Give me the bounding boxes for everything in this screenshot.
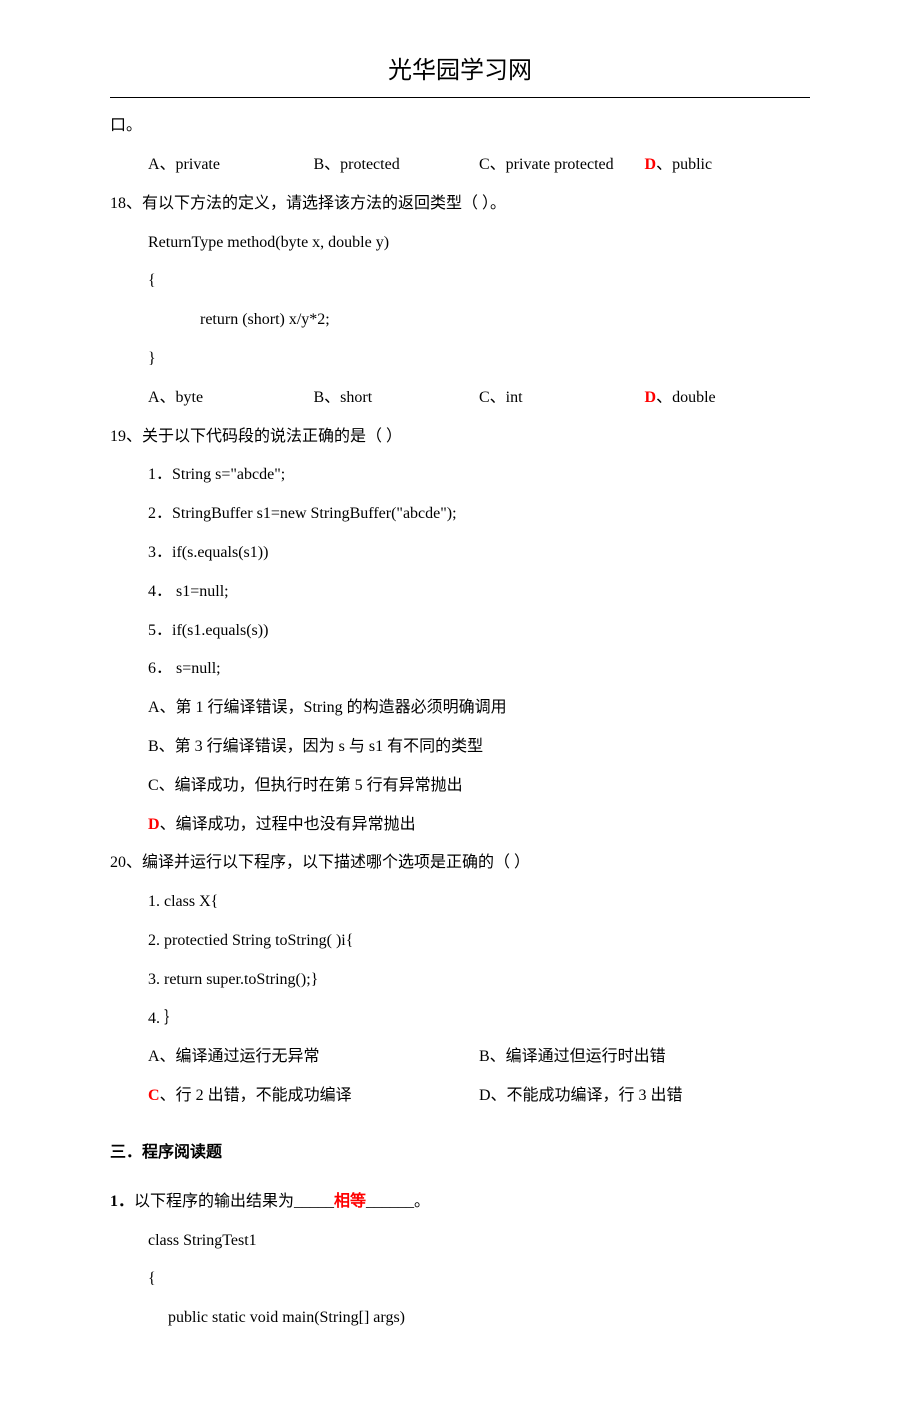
q17-option-a: A、private: [148, 151, 314, 180]
q20-code-2: 2. protectied String toString( )i{: [110, 927, 810, 956]
header-divider: [110, 97, 810, 98]
page-title: 光华园学习网: [110, 50, 810, 93]
q18-code-3: return (short) x/y*2;: [110, 306, 810, 335]
q20-code-3: 3. return super.toString();}: [110, 966, 810, 995]
q20-options-row2: C、行 2 出错，不能成功编译 D、不能成功编译，行 3 出错: [110, 1082, 810, 1111]
q19-option-a: A、第 1 行编译错误，String 的构造器必须明确调用: [110, 694, 810, 723]
q18-d-text: 、double: [656, 389, 716, 406]
q20-c-text: 、行 2 出错，不能成功编译: [160, 1087, 352, 1104]
q18-code-2: {: [110, 267, 810, 296]
fragment-end: 口。: [110, 112, 810, 141]
q18-option-a: A、byte: [148, 384, 314, 413]
q19-d-label: D: [148, 816, 160, 833]
page-content: 光华园学习网 口。 A、private B、protected C、privat…: [0, 0, 920, 1403]
section3-title: 三．程序阅读题: [110, 1139, 810, 1168]
q19-code-1: 1．String s="abcde";: [110, 461, 810, 490]
p1-suffix: ______。: [366, 1193, 430, 1210]
q19-prompt: 19、关于以下代码段的说法正确的是（ ）: [110, 423, 810, 452]
q19-option-b: B、第 3 行编译错误，因为 s 与 s1 有不同的类型: [110, 733, 810, 762]
p1-answer: 相等: [334, 1193, 366, 1210]
q18-option-b: B、short: [314, 384, 480, 413]
q19-option-d: D、编译成功，过程中也没有异常抛出: [110, 811, 810, 840]
q17-d-text: 、public: [656, 156, 712, 173]
p1-code-3: public static void main(String[] args): [110, 1304, 810, 1333]
q19-code-6: 6． s=null;: [110, 655, 810, 684]
q20-options-row1: A、编译通过运行无异常 B、编译通过但运行时出错: [110, 1043, 810, 1072]
q20-c-label: C: [148, 1087, 160, 1104]
q17-option-b: B、protected: [314, 151, 480, 180]
document-body: 口。 A、private B、protected C、private prote…: [110, 112, 810, 1333]
p1-prefix: 以下程序的输出结果为_____: [134, 1193, 334, 1210]
q17-d-label: D: [645, 156, 657, 173]
q19-option-c: C、编译成功，但执行时在第 5 行有异常抛出: [110, 772, 810, 801]
q19-code-3: 3．if(s.equals(s1)): [110, 539, 810, 568]
q20-prompt: 20、编译并运行以下程序，以下描述哪个选项是正确的（ ）: [110, 849, 810, 878]
q20-code-1: 1. class X{: [110, 888, 810, 917]
p1-num: 1．: [110, 1193, 134, 1210]
q18-option-d: D、double: [645, 384, 811, 413]
q18-options: A、byte B、short C、int D、double: [110, 384, 810, 413]
q19-d-text: 、编译成功，过程中也没有异常抛出: [160, 816, 416, 833]
q20-option-a: A、编译通过运行无异常: [148, 1043, 479, 1072]
q18-code-4: }: [110, 345, 810, 374]
q19-code-4: 4． s1=null;: [110, 578, 810, 607]
q18-d-label: D: [645, 389, 657, 406]
p1-code-2: {: [110, 1265, 810, 1294]
q20-option-d: D、不能成功编译，行 3 出错: [479, 1082, 810, 1111]
q19-code-5: 5．if(s1.equals(s)): [110, 617, 810, 646]
q18-code-1: ReturnType method(byte x, double y): [110, 229, 810, 258]
q18-prompt: 18、有以下方法的定义，请选择该方法的返回类型（ ）。: [110, 190, 810, 219]
q17-options: A、private B、protected C、private protecte…: [110, 151, 810, 180]
q20-option-c: C、行 2 出错，不能成功编译: [148, 1082, 479, 1111]
q20-option-b: B、编译通过但运行时出错: [479, 1043, 810, 1072]
q17-option-c: C、private protected: [479, 151, 645, 180]
q19-code-2: 2．StringBuffer s1=new StringBuffer("abcd…: [110, 500, 810, 529]
q20-code-4: 4. ｝: [110, 1005, 810, 1034]
p1-code-1: class StringTest1: [110, 1227, 810, 1256]
p1-prompt: 1．以下程序的输出结果为_____相等______。: [110, 1188, 810, 1217]
q18-option-c: C、int: [479, 384, 645, 413]
q17-option-d: D、public: [645, 151, 811, 180]
